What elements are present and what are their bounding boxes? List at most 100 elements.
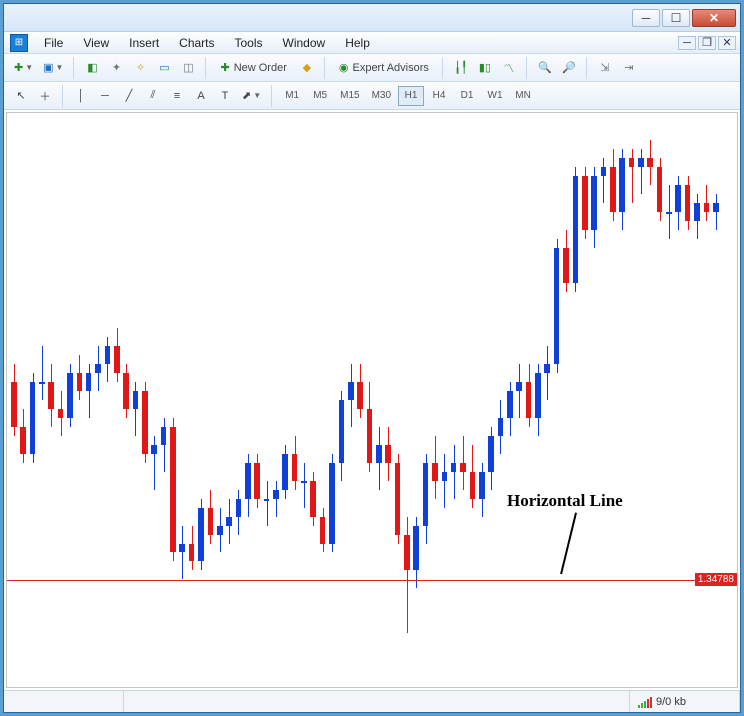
candle-body bbox=[339, 400, 345, 463]
tf-m30[interactable]: M30 bbox=[367, 86, 396, 106]
candle-wick bbox=[547, 346, 548, 400]
menu-file[interactable]: File bbox=[34, 32, 73, 54]
menu-help[interactable]: Help bbox=[335, 32, 380, 54]
candle-body bbox=[217, 526, 223, 535]
candle-body bbox=[460, 463, 466, 472]
tf-h4[interactable]: H4 bbox=[426, 86, 452, 106]
candle-body bbox=[685, 185, 691, 221]
candle-wick bbox=[716, 194, 717, 230]
mdi-minimize-button[interactable]: ─ bbox=[678, 36, 696, 50]
candle-body bbox=[610, 167, 616, 212]
tf-mn[interactable]: MN bbox=[510, 86, 536, 106]
market-watch-button[interactable]: ◧ bbox=[81, 57, 103, 79]
candle-wick bbox=[276, 481, 277, 517]
candle-body bbox=[666, 212, 672, 214]
minimize-icon: ─ bbox=[642, 11, 651, 25]
candle-chart-icon: ▮▯ bbox=[479, 61, 491, 74]
candle-body bbox=[423, 463, 429, 526]
fibonacci-button[interactable]: ≡ bbox=[166, 85, 188, 107]
candle-body bbox=[179, 544, 185, 553]
candle-body bbox=[544, 364, 550, 373]
text-label-button[interactable]: T bbox=[214, 85, 236, 107]
tf-w1[interactable]: W1 bbox=[482, 86, 508, 106]
chart-shift-icon: ⇥ bbox=[624, 61, 633, 74]
menu-window[interactable]: Window bbox=[273, 32, 336, 54]
menu-view[interactable]: View bbox=[73, 32, 119, 54]
trendline-button[interactable]: ╱ bbox=[118, 85, 140, 107]
candle-body bbox=[395, 463, 401, 535]
candle-body bbox=[348, 382, 354, 400]
line-chart-button[interactable]: 〽 bbox=[498, 57, 520, 79]
equidistant-channel-button[interactable]: ⫽ bbox=[142, 85, 164, 107]
candle-body bbox=[254, 463, 260, 499]
text-button[interactable]: A bbox=[190, 85, 212, 107]
candle-body bbox=[236, 499, 242, 517]
chart-shift-button[interactable]: ⇥ bbox=[618, 57, 640, 79]
candle-body bbox=[713, 203, 719, 212]
candle-body bbox=[301, 481, 307, 483]
metaeditor-button[interactable]: ◆ bbox=[296, 57, 318, 79]
mdi-close-button[interactable]: ✕ bbox=[718, 36, 736, 50]
statusbar: 9/0 kb bbox=[4, 690, 740, 712]
terminal-button[interactable]: ▭ bbox=[153, 57, 175, 79]
separator bbox=[586, 57, 588, 79]
separator bbox=[73, 57, 75, 79]
candle-body bbox=[629, 158, 635, 167]
candle-body bbox=[704, 203, 710, 212]
status-connection[interactable]: 9/0 kb bbox=[630, 691, 740, 712]
cursor-button[interactable]: ↖ bbox=[10, 85, 32, 107]
candle-body bbox=[647, 158, 653, 167]
new-order-button[interactable]: ✚ New Order bbox=[213, 57, 293, 79]
candle-body bbox=[77, 373, 83, 391]
zoom-in-icon: 🔍 bbox=[538, 61, 552, 74]
ea-label: Expert Advisors bbox=[352, 62, 428, 74]
menu-tools[interactable]: Tools bbox=[225, 32, 273, 54]
navigator-button[interactable]: ✧ bbox=[129, 57, 151, 79]
candle-body bbox=[329, 463, 335, 544]
candle-wick bbox=[182, 526, 183, 580]
candle-body bbox=[535, 373, 541, 418]
bar-chart-button[interactable]: ╽╿ bbox=[450, 57, 472, 79]
mdi-restore-button[interactable]: ❐ bbox=[698, 36, 716, 50]
strategy-tester-button[interactable]: ◫ bbox=[177, 57, 199, 79]
auto-scroll-button[interactable]: ⇲ bbox=[594, 57, 616, 79]
tf-d1[interactable]: D1 bbox=[454, 86, 480, 106]
horizontal-line[interactable] bbox=[7, 580, 737, 581]
candle-wick bbox=[641, 149, 642, 194]
new-chart-button[interactable]: ✚▼ bbox=[10, 57, 37, 79]
vertical-line-button[interactable]: │ bbox=[70, 85, 92, 107]
cursor-icon: ↖ bbox=[16, 89, 25, 102]
menu-charts[interactable]: Charts bbox=[169, 32, 224, 54]
maximize-button[interactable]: ☐ bbox=[662, 9, 690, 27]
candle-wick bbox=[267, 481, 268, 526]
menu-insert[interactable]: Insert bbox=[119, 32, 169, 54]
close-button[interactable]: ✕ bbox=[692, 9, 736, 27]
maximize-icon: ☐ bbox=[671, 11, 682, 25]
ea-icon: ◉ bbox=[339, 61, 349, 74]
tf-m1[interactable]: M1 bbox=[279, 86, 305, 106]
horizontal-line-button[interactable]: ─ bbox=[94, 85, 116, 107]
data-window-button[interactable]: ✦ bbox=[105, 57, 127, 79]
crosshair-icon: ＋ bbox=[40, 88, 51, 104]
titlebar: ─ ☐ ✕ bbox=[4, 4, 740, 32]
profiles-button[interactable]: ▣▼ bbox=[39, 57, 67, 79]
candle-body bbox=[282, 454, 288, 490]
tf-h1[interactable]: H1 bbox=[398, 86, 424, 106]
crosshair-button[interactable]: ＋ bbox=[34, 85, 56, 107]
candle-body bbox=[30, 382, 36, 454]
candle-chart-button[interactable]: ▮▯ bbox=[474, 57, 496, 79]
tf-m5[interactable]: M5 bbox=[307, 86, 333, 106]
zoom-out-button[interactable]: 🔎 bbox=[558, 57, 580, 79]
chart-canvas[interactable]: Horizontal Line 1.34788 bbox=[6, 112, 738, 688]
minimize-button[interactable]: ─ bbox=[632, 9, 660, 27]
tf-m15[interactable]: M15 bbox=[335, 86, 364, 106]
zoom-in-button[interactable]: 🔍 bbox=[534, 57, 556, 79]
candle-body bbox=[58, 409, 64, 418]
arrows-button[interactable]: ⬈▼ bbox=[238, 85, 265, 107]
chart-annotation: Horizontal Line bbox=[507, 491, 623, 511]
separator bbox=[62, 85, 64, 107]
candle-body bbox=[507, 391, 513, 418]
tester-icon: ◫ bbox=[183, 61, 193, 74]
plus-chart-icon: ✚ bbox=[14, 61, 23, 74]
expert-advisors-button[interactable]: ◉ Expert Advisors bbox=[332, 57, 436, 79]
